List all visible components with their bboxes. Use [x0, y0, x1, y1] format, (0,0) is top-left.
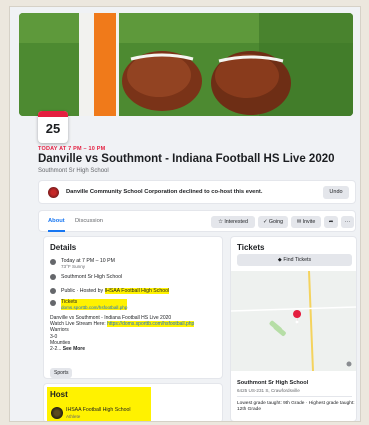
active-tab-indicator [48, 230, 65, 232]
event-page: 25 TODAY AT 7 PM – 10 PM Danville vs Sou… [9, 6, 361, 422]
details-host-link[interactable]: IHSAA Football High School [104, 288, 170, 294]
details-weather: 73°F Sunny [61, 264, 86, 269]
event-time-label: TODAY AT 7 PM – 10 PM [38, 146, 106, 152]
event-location-subtitle[interactable]: Southmont Sr High School [38, 168, 109, 174]
host-card: Host IHSAA Football High School Athlete [43, 383, 223, 421]
star-icon: ☆ [218, 219, 223, 225]
ticket-icon [50, 300, 56, 306]
location-pin-icon [50, 274, 56, 280]
host-heading: Host [50, 390, 68, 399]
tickets-heading: Tickets [237, 243, 265, 252]
venue-grades: Lowest grade taught: 9th Grade · Highest… [237, 401, 355, 413]
ticket-icon: ◆ [277, 257, 282, 263]
clock-icon [50, 259, 56, 265]
going-button[interactable]: ✓ Going [258, 216, 288, 228]
globe-icon [50, 288, 56, 294]
find-tickets-button[interactable]: ◆ Find Tickets [237, 254, 352, 266]
event-title: Danville vs Southmont - Indiana Football… [38, 153, 335, 165]
tab-about[interactable]: About [48, 218, 65, 224]
venue-address: 6425 US-231 S, Crawfordsville [237, 388, 300, 393]
tickets-card: Tickets ◆ Find Tickets Southmont Sr High… [230, 236, 357, 421]
host-name[interactable]: IHSAA Football High School [66, 407, 131, 413]
host-type: Athlete [66, 414, 81, 419]
cover-photo [19, 13, 353, 116]
details-card: Details Today at 7 PM – 10 PM 73°F Sunny… [43, 236, 223, 379]
cohost-notice: Danville Community School Corporation de… [38, 180, 356, 204]
details-heading: Details [50, 243, 77, 252]
school-logo [48, 187, 59, 198]
host-avatar[interactable] [51, 407, 63, 419]
event-description: Danville vs Southmont - Indiana Football… [50, 315, 195, 353]
stream-link[interactable]: https://doms.sporttb.com/hsfootball.php [107, 321, 195, 328]
tab-bar: About Discussion ☆ Interested ✓ Going ✉ … [38, 210, 356, 232]
cohost-message: Danville Community School Corporation de… [66, 189, 263, 195]
details-location[interactable]: Southmont Sr High School [61, 274, 122, 280]
share-arrow-icon: ➦ [328, 219, 334, 225]
check-circle-icon: ✓ [262, 219, 268, 225]
see-more-link[interactable]: See More [63, 346, 85, 352]
tickets-link[interactable]: doms.sporttb.com/hsfootball.php [61, 305, 128, 310]
event-day: 25 [45, 121, 61, 136]
date-badge: 25 [38, 111, 68, 143]
interested-button[interactable]: ☆ Interested [211, 216, 255, 228]
share-button[interactable]: ➦ [324, 216, 338, 228]
invite-button[interactable]: ✉ Invite [291, 216, 321, 228]
more-options-button[interactable]: ··· [341, 216, 354, 228]
venue-name[interactable]: Southmont Sr High School [237, 380, 308, 386]
category-chip[interactable]: Sports [50, 368, 73, 378]
tab-discussion[interactable]: Discussion [75, 218, 103, 224]
envelope-icon: ✉ [296, 219, 302, 225]
details-privacy-host: Public · Hosted by IHSAA Football High S… [61, 288, 170, 294]
undo-button[interactable]: Undo [323, 186, 349, 199]
location-map[interactable] [230, 270, 357, 372]
details-tickets: Tickets doms.sporttb.com/hsfootball.php [61, 299, 128, 310]
